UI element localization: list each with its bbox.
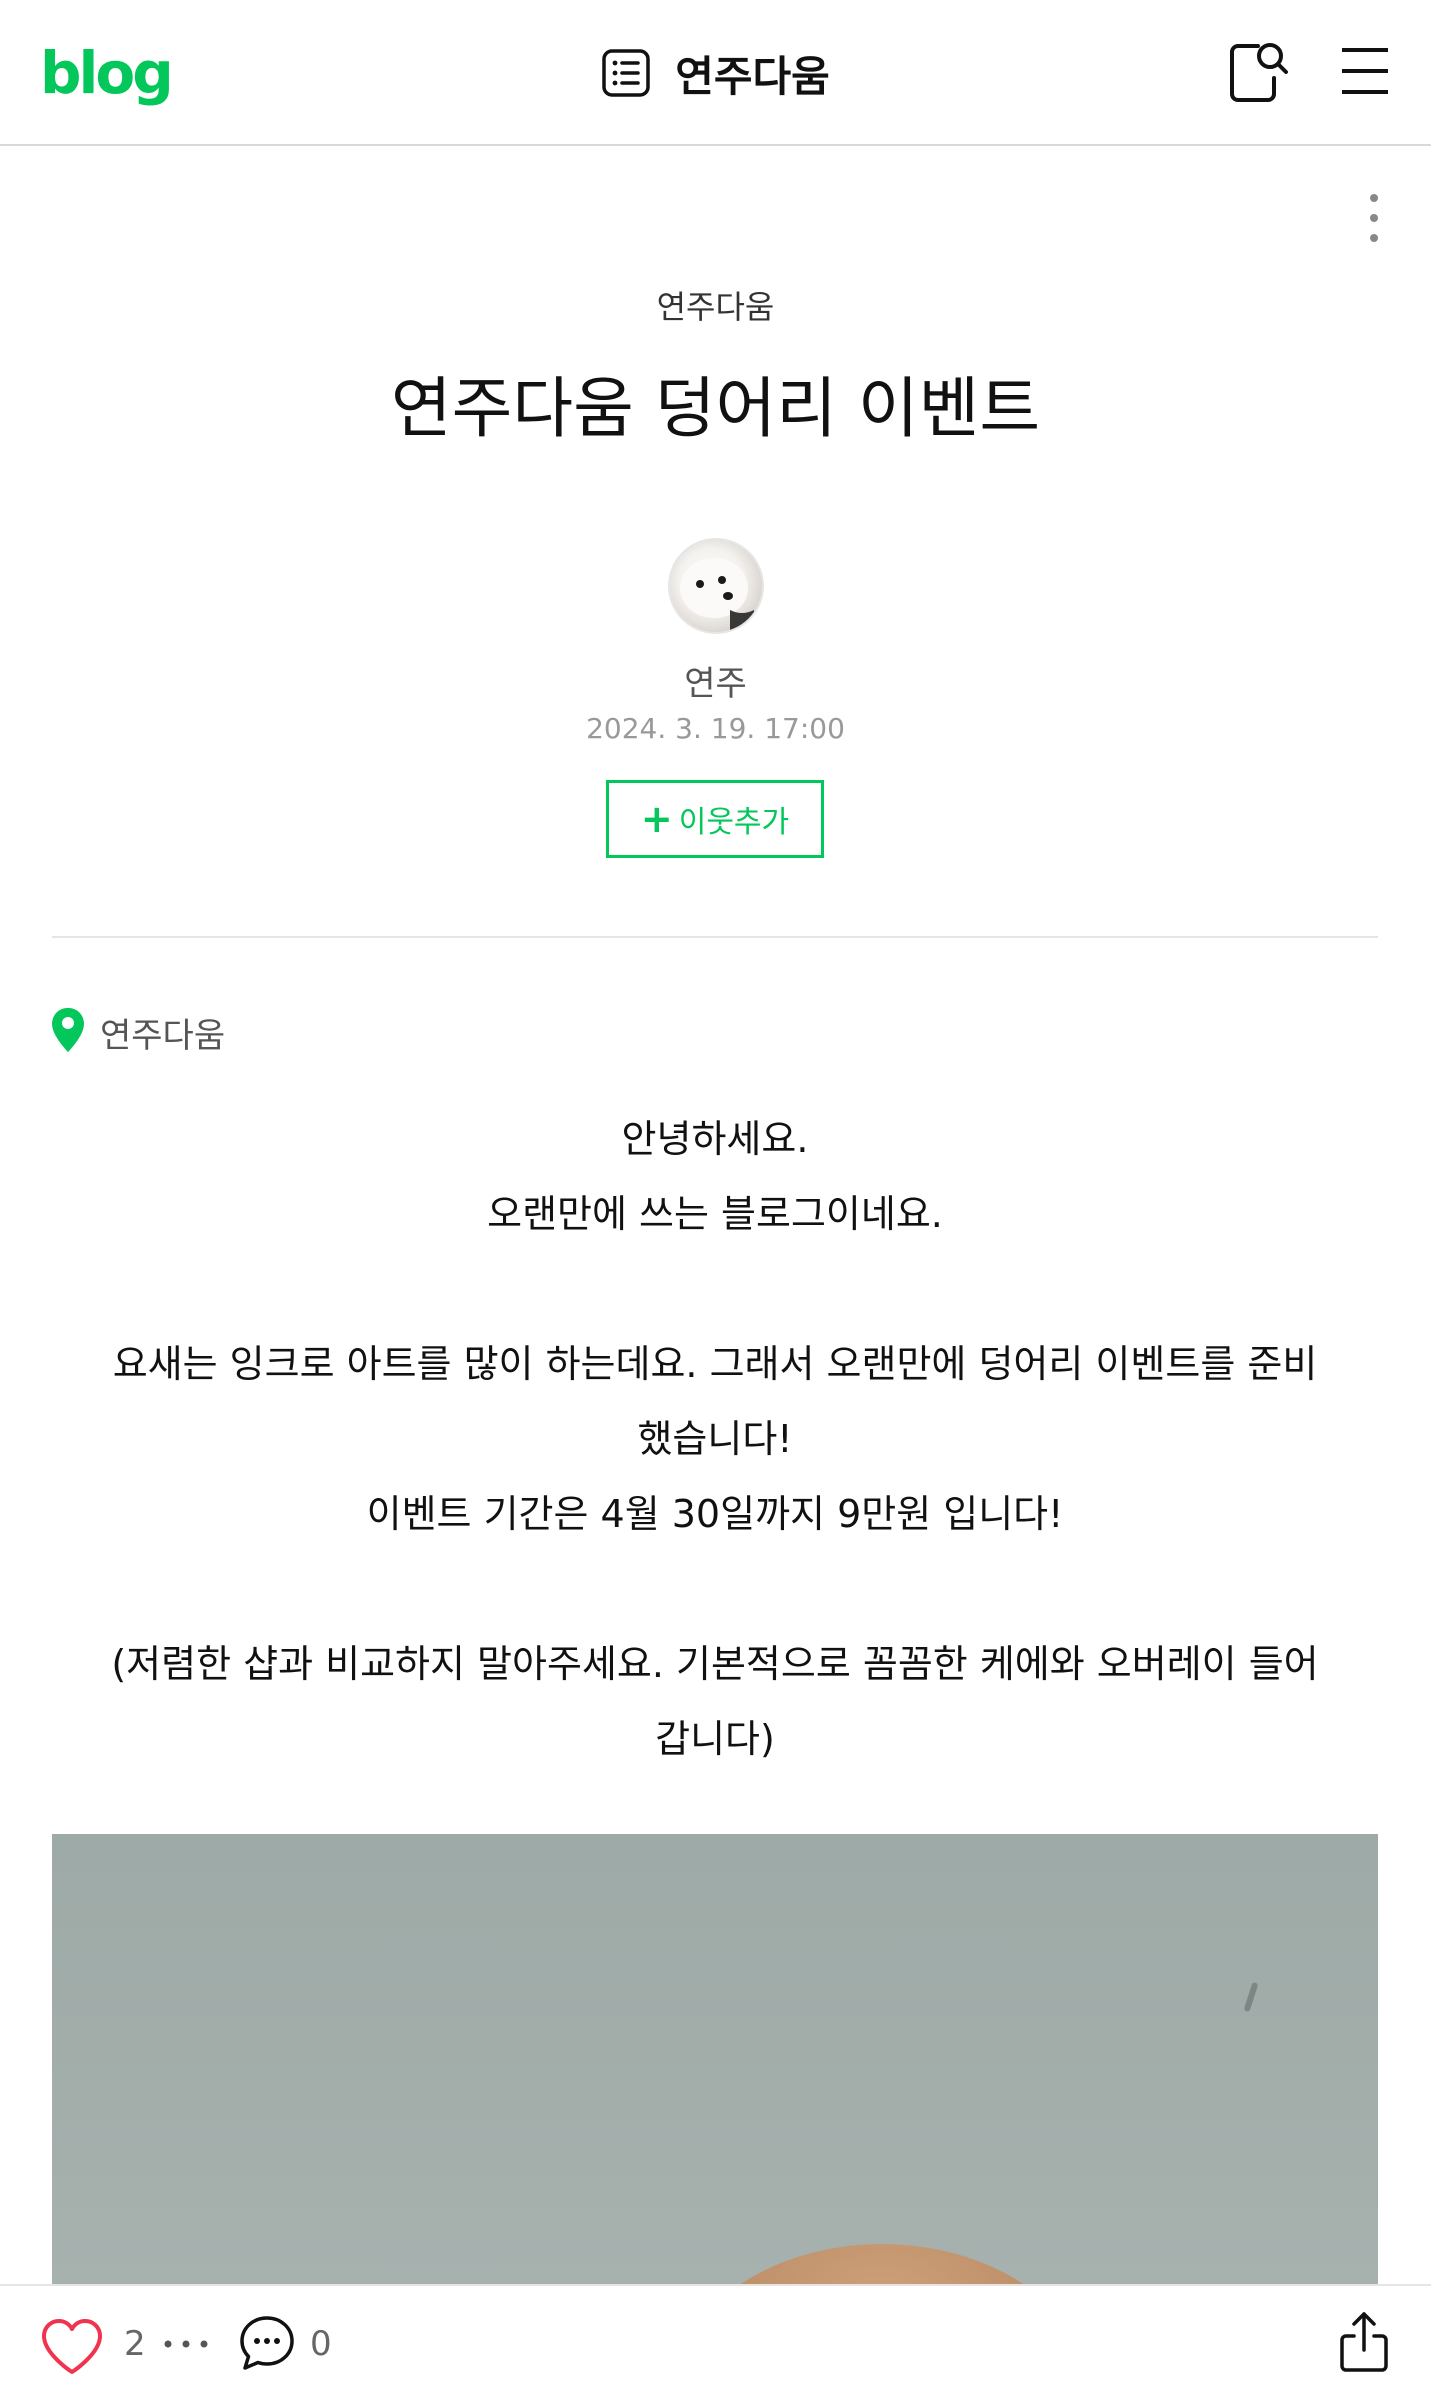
content-line bbox=[52, 1552, 1378, 1627]
blog-title: 연주다움 bbox=[675, 51, 830, 101]
top-header: blog 연주다움 bbox=[0, 0, 1431, 146]
post-date: 2024. 3. 19. 17:00 bbox=[586, 712, 845, 745]
more-options-icon[interactable] bbox=[1362, 192, 1386, 244]
photo-subject bbox=[672, 2244, 1092, 2284]
author-name[interactable]: 연주 bbox=[0, 656, 1431, 705]
more-dots-icon[interactable] bbox=[162, 2338, 210, 2350]
content-line: 갑니다) bbox=[655, 1717, 775, 1761]
heart-icon[interactable] bbox=[40, 2318, 104, 2376]
location-pin-icon bbox=[52, 1008, 84, 1052]
post-list-icon bbox=[602, 49, 650, 97]
header-divider bbox=[52, 936, 1378, 938]
post-content: 안녕하세요. 오랜만에 쓰는 블로그이네요. 요새는 잉크로 아트를 많이 하는… bbox=[52, 1102, 1378, 1777]
blog-title-link[interactable]: 연주다움 bbox=[0, 40, 1431, 106]
add-neighbor-label: 이웃추가 bbox=[678, 805, 790, 840]
content-line bbox=[52, 1252, 1378, 1327]
post-category[interactable]: 연주다움 bbox=[0, 282, 1431, 328]
plus-icon: + bbox=[640, 797, 673, 841]
like-count: 2 bbox=[124, 2324, 146, 2364]
content-line: (저렴한 샵과 비교하지 말아주세요. 기본적으로 꼼꼼한 케에와 오버레이 들… bbox=[111, 1642, 1319, 1686]
post-title: 연주다움 덩어리 이벤트 bbox=[390, 370, 1041, 447]
content-line: 했습니다! bbox=[637, 1417, 793, 1461]
comment-count: 0 bbox=[310, 2324, 332, 2364]
bottom-action-bar: 2 0 bbox=[0, 2284, 1431, 2402]
share-icon[interactable] bbox=[1338, 2310, 1390, 2374]
content-line: 안녕하세요. bbox=[621, 1117, 809, 1161]
content-line: 이벤트 기간은 4월 30일까지 9만원 입니다! bbox=[366, 1492, 1064, 1536]
content-line: 오랜만에 쓰는 블로그이네요. bbox=[487, 1192, 943, 1236]
comment-icon[interactable] bbox=[238, 2314, 296, 2372]
search-icon[interactable] bbox=[1228, 38, 1290, 104]
post-photo[interactable] bbox=[52, 1834, 1378, 2284]
author-avatar[interactable] bbox=[668, 538, 764, 634]
menu-icon[interactable] bbox=[1340, 44, 1390, 98]
location-label[interactable]: 연주다움 bbox=[100, 1008, 225, 1057]
wall-mark bbox=[1243, 1981, 1259, 2013]
add-neighbor-button[interactable]: + 이웃추가 bbox=[606, 780, 824, 858]
avatar-dog-image bbox=[680, 558, 754, 630]
content-line: 요새는 잉크로 아트를 많이 하는데요. 그래서 오랜만에 덩어리 이벤트를 준… bbox=[112, 1342, 1318, 1386]
